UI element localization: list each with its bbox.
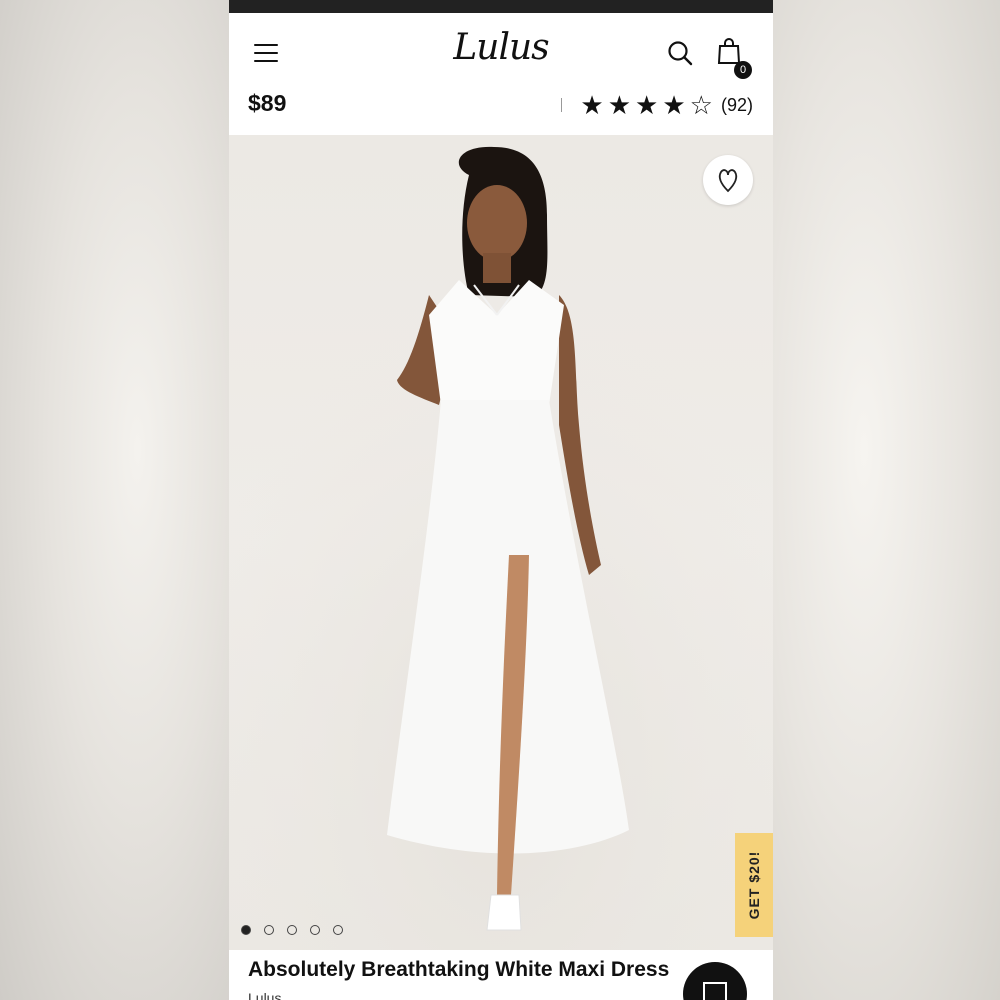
gallery-dot[interactable] xyxy=(241,925,251,935)
product-photo xyxy=(229,135,773,950)
site-logo[interactable]: Lulus xyxy=(453,27,549,68)
background-blur-left xyxy=(0,0,229,1000)
star-outline-icon: ☆ xyxy=(689,90,713,120)
promo-tab[interactable]: GET $20! xyxy=(735,833,773,937)
star-icon: ★ xyxy=(580,90,604,120)
product-rating[interactable]: ★ ★ ★ ★ ☆ (92) xyxy=(561,90,753,120)
status-bar xyxy=(229,0,773,13)
search-icon[interactable] xyxy=(667,40,693,66)
review-count[interactable]: (92) xyxy=(721,95,753,116)
product-title: Absolutely Breathtaking White Maxi Dress xyxy=(248,958,670,981)
product-price: $89 xyxy=(248,90,287,116)
chat-button[interactable] xyxy=(683,962,747,1000)
gallery-dot[interactable] xyxy=(333,925,343,935)
promo-tab-label: GET $20! xyxy=(746,850,762,920)
gallery-dot[interactable] xyxy=(264,925,274,935)
phone-screen: Lulus 0 $89 ★ ★ ★ ★ ☆ (92) GET $20! Abso… xyxy=(229,0,773,1000)
site-header: Lulus 0 $89 ★ ★ ★ ★ ☆ (92) xyxy=(229,13,773,121)
product-image-gallery[interactable]: GET $20! xyxy=(229,135,773,950)
hamburger-menu-icon[interactable] xyxy=(254,44,278,62)
cart-count-badge[interactable]: 0 xyxy=(734,61,752,79)
star-icon: ★ xyxy=(607,90,632,120)
gallery-dot[interactable] xyxy=(287,925,297,935)
gallery-pagination xyxy=(241,925,343,935)
product-brand[interactable]: Lulus xyxy=(248,990,281,1000)
wishlist-button[interactable] xyxy=(703,155,753,205)
gallery-dot[interactable] xyxy=(310,925,320,935)
star-icon: ★ xyxy=(635,90,659,120)
chat-icon xyxy=(703,982,727,1000)
rating-divider xyxy=(561,98,563,112)
heart-icon xyxy=(718,169,738,193)
background-blur-right xyxy=(773,0,1000,1000)
price-rating-row: $89 ★ ★ ★ ★ ☆ (92) xyxy=(229,89,773,121)
star-icon: ★ xyxy=(662,90,686,120)
